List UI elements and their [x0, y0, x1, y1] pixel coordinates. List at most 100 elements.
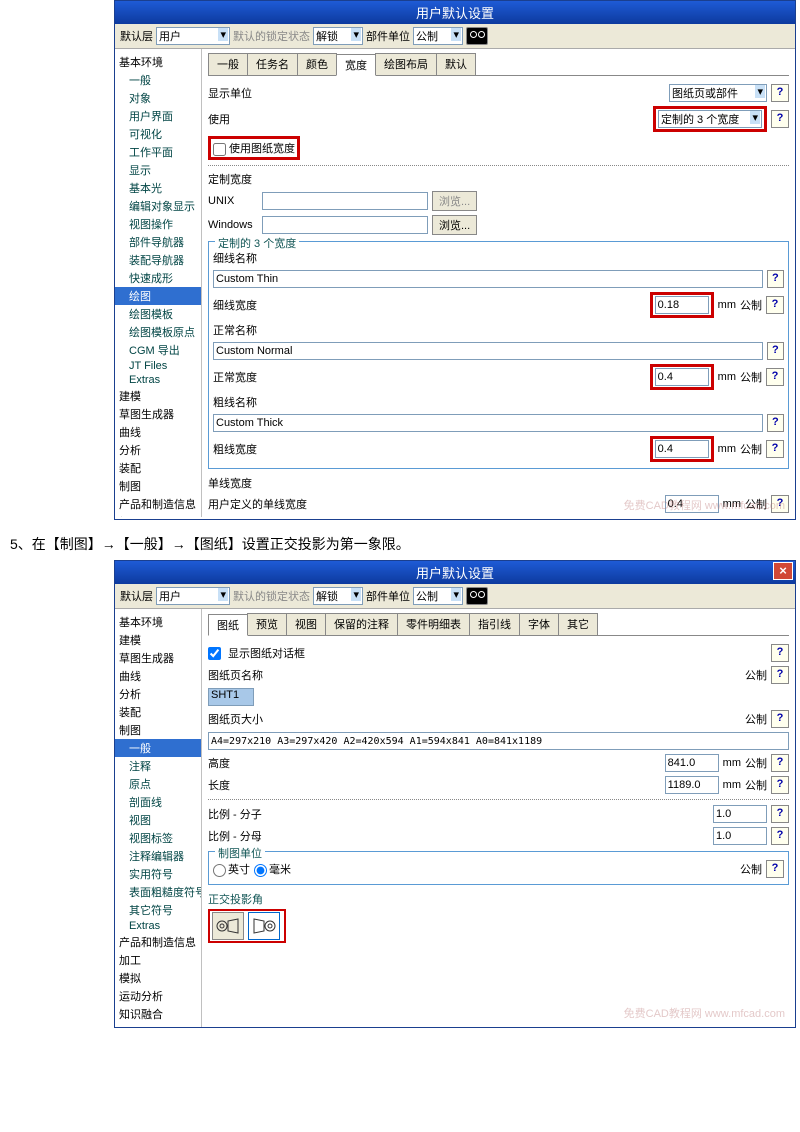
length-input[interactable]	[665, 776, 719, 794]
help-icon[interactable]: ?	[771, 666, 789, 684]
show-dialog-checkbox[interactable]	[208, 647, 221, 660]
tab-leader[interactable]: 指引线	[469, 613, 520, 635]
tab-default[interactable]: 默认	[436, 53, 476, 75]
scale-num-input[interactable]	[713, 805, 767, 823]
tree-item[interactable]: 快速成形	[115, 269, 201, 287]
help-icon[interactable]: ?	[771, 84, 789, 102]
tree-item[interactable]: 草图生成器	[115, 649, 201, 667]
tree-item[interactable]: 编辑对象显示	[115, 197, 201, 215]
tree-item[interactable]: 表面粗糙度符号	[115, 883, 201, 901]
tree-item[interactable]: 加工	[115, 513, 201, 517]
thin-name-input[interactable]	[213, 270, 763, 288]
tree-item[interactable]: 原点	[115, 775, 201, 793]
binoculars-icon[interactable]	[466, 27, 488, 45]
sheet-name-input[interactable]: SHT1	[208, 688, 254, 706]
help-icon[interactable]: ?	[767, 342, 784, 360]
tree-item[interactable]: 装配	[115, 703, 201, 721]
inch-radio-label[interactable]: 英寸	[213, 861, 250, 877]
normal-width-input[interactable]	[655, 368, 709, 386]
tab-color[interactable]: 颜色	[297, 53, 337, 75]
tree-item[interactable]: 模拟	[115, 969, 201, 987]
browse-button[interactable]: 浏览...	[432, 215, 477, 235]
help-icon[interactable]: ?	[771, 110, 789, 128]
windows-input[interactable]	[262, 216, 428, 234]
tree-item[interactable]: 注释编辑器	[115, 847, 201, 865]
unit-select[interactable]: 公制	[413, 587, 463, 605]
tree-item[interactable]: 用户界面	[115, 107, 201, 125]
tab-sheet[interactable]: 图纸	[208, 614, 248, 636]
thick-name-input[interactable]	[213, 414, 763, 432]
help-icon[interactable]: ?	[766, 440, 784, 458]
tree-item[interactable]: 显示	[115, 161, 201, 179]
tree-item-selected[interactable]: 一般	[115, 739, 201, 757]
unix-input[interactable]	[262, 192, 428, 210]
tab-general[interactable]: 一般	[208, 53, 248, 75]
tree-item[interactable]: 视图操作	[115, 215, 201, 233]
tree-item[interactable]: 注释	[115, 757, 201, 775]
scale-den-input[interactable]	[713, 827, 767, 845]
thin-width-input[interactable]	[655, 296, 709, 314]
tree-item[interactable]: 绘图模板	[115, 305, 201, 323]
help-icon[interactable]: ?	[766, 296, 784, 314]
use-select[interactable]: 定制的 3 个宽度	[658, 110, 762, 128]
tree-item[interactable]: 其它符号	[115, 901, 201, 919]
tree-item[interactable]: CGM 导出	[115, 341, 201, 359]
tab-view[interactable]: 视图	[286, 613, 326, 635]
use-sheet-width-checkbox[interactable]	[213, 143, 226, 156]
tree-item[interactable]: 实用符号	[115, 865, 201, 883]
help-icon[interactable]: ?	[771, 805, 789, 823]
tree-item[interactable]: 工作平面	[115, 143, 201, 161]
tree-item[interactable]: 知识融合	[115, 1005, 201, 1023]
tree-item[interactable]: 部件导航器	[115, 233, 201, 251]
help-icon[interactable]: ?	[766, 860, 784, 878]
tab-width[interactable]: 宽度	[336, 54, 376, 76]
help-icon[interactable]: ?	[771, 776, 789, 794]
tab-partslist[interactable]: 零件明细表	[397, 613, 470, 635]
tree-item[interactable]: 可视化	[115, 125, 201, 143]
tree-item[interactable]: 产品和制造信息	[115, 495, 201, 513]
binoculars-icon[interactable]	[466, 587, 488, 605]
tree-item[interactable]: 对象	[115, 89, 201, 107]
mm-radio-label[interactable]: 毫米	[254, 861, 291, 877]
tree-item[interactable]: 运动分析	[115, 987, 201, 1005]
tree-item[interactable]: 产品和制造信息	[115, 933, 201, 951]
third-angle-button[interactable]	[212, 912, 244, 940]
tree-item[interactable]: Extras	[115, 919, 201, 933]
lock-select[interactable]: 解锁	[313, 587, 363, 605]
unit-select[interactable]: 公制	[413, 27, 463, 45]
inch-radio[interactable]	[213, 864, 226, 877]
tree-item[interactable]: 装配导航器	[115, 251, 201, 269]
tab-preview[interactable]: 预览	[247, 613, 287, 635]
tree-item[interactable]: 建模	[115, 387, 201, 405]
thick-width-input[interactable]	[655, 440, 709, 458]
help-icon[interactable]: ?	[771, 827, 789, 845]
sheet-size-input[interactable]	[208, 732, 789, 750]
help-icon[interactable]: ?	[766, 368, 784, 386]
nav-tree[interactable]: 基本环境 建模 草图生成器 曲线 分析 装配 制图 一般 注释 原点 剖面线 视…	[115, 609, 202, 1027]
close-icon[interactable]: ×	[773, 562, 793, 580]
normal-name-input[interactable]	[213, 342, 763, 360]
tree-item[interactable]: 基本环境	[115, 613, 201, 631]
tree-item[interactable]: 剖面线	[115, 793, 201, 811]
tree-item[interactable]: 绘图模板原点	[115, 323, 201, 341]
nav-tree[interactable]: 基本环境 一般 对象 用户界面 可视化 工作平面 显示 基本光 编辑对象显示 视…	[115, 49, 202, 517]
tree-item[interactable]: 装配	[115, 459, 201, 477]
display-unit-select[interactable]: 图纸页或部件	[669, 84, 767, 102]
tree-item[interactable]: 基本光	[115, 179, 201, 197]
tree-item[interactable]: 曲线	[115, 423, 201, 441]
tree-item[interactable]: 草图生成器	[115, 405, 201, 423]
tree-item[interactable]: 视图标签	[115, 829, 201, 847]
tree-item[interactable]: 基本环境	[115, 53, 201, 71]
tree-item[interactable]: 制图	[115, 477, 201, 495]
help-icon[interactable]: ?	[771, 644, 789, 662]
tree-item[interactable]: Extras	[115, 373, 201, 387]
tab-other[interactable]: 其它	[558, 613, 598, 635]
browse-button[interactable]: 浏览...	[432, 191, 477, 211]
tree-item[interactable]: 建模	[115, 631, 201, 649]
tree-item[interactable]: 制图	[115, 721, 201, 739]
tab-jobname[interactable]: 任务名	[247, 53, 298, 75]
height-input[interactable]	[665, 754, 719, 772]
tree-item[interactable]: 曲线	[115, 667, 201, 685]
tab-font[interactable]: 字体	[519, 613, 559, 635]
help-icon[interactable]: ?	[771, 754, 789, 772]
